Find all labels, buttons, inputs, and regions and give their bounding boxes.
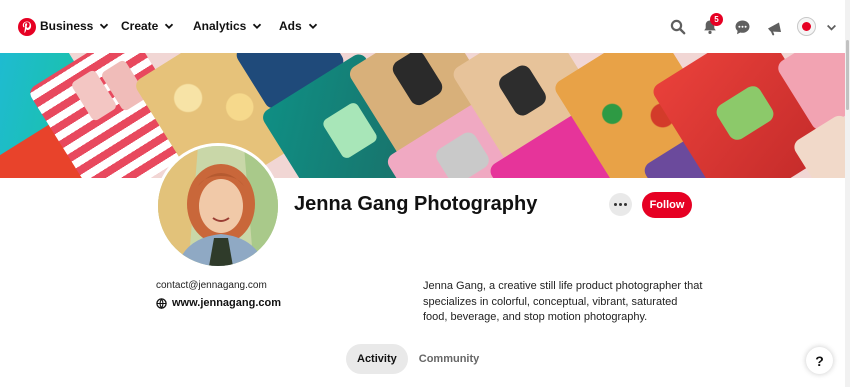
page-scrollbar[interactable] <box>845 0 850 387</box>
account-avatar-image <box>802 22 811 31</box>
profile-page: Business Create Analytics Ads 5 Jenna Ga… <box>0 0 850 387</box>
nav-analytics[interactable]: Analytics <box>193 19 262 33</box>
follow-button[interactable]: Follow <box>642 192 692 218</box>
scrollbar-thumb[interactable] <box>846 40 849 110</box>
search-icon[interactable] <box>668 17 688 37</box>
top-navigation: Business Create Analytics Ads 5 <box>0 0 850 53</box>
cover-image <box>0 53 850 178</box>
profile-name: Jenna Gang Photography <box>294 193 538 215</box>
profile-tabs: Activity Community <box>346 344 490 374</box>
contact-email[interactable]: contact@jennagang.com <box>156 280 267 291</box>
chevron-down-icon <box>253 23 262 29</box>
nav-business-label: Business <box>40 19 94 33</box>
website-label: www.jennagang.com <box>172 297 281 309</box>
notification-count-badge: 5 <box>710 13 723 26</box>
profile-photo <box>158 146 278 266</box>
globe-icon <box>156 297 167 309</box>
account-chevron-down-icon[interactable] <box>821 17 841 37</box>
chevron-down-icon <box>165 23 174 29</box>
tab-community[interactable]: Community <box>408 344 491 374</box>
account-avatar[interactable] <box>797 17 816 36</box>
pinterest-logo-icon[interactable] <box>18 18 36 36</box>
more-dot-icon <box>619 203 622 206</box>
more-options-button[interactable] <box>609 193 632 216</box>
help-button[interactable]: ? <box>806 347 833 374</box>
more-dot-icon <box>624 203 627 206</box>
chevron-down-icon <box>100 23 109 29</box>
profile-bio: Jenna Gang, a creative still life produc… <box>423 280 703 323</box>
tab-activity[interactable]: Activity <box>346 344 408 374</box>
nav-ads[interactable]: Ads <box>279 19 318 33</box>
nav-business[interactable]: Business <box>40 19 109 33</box>
nav-create[interactable]: Create <box>121 19 174 33</box>
nav-analytics-label: Analytics <box>193 19 247 33</box>
profile-avatar <box>155 143 281 269</box>
messages-icon[interactable] <box>732 17 752 37</box>
chevron-down-icon <box>308 23 317 29</box>
more-dot-icon <box>614 203 617 206</box>
megaphone-icon[interactable] <box>764 17 784 37</box>
nav-create-label: Create <box>121 19 159 33</box>
nav-ads-label: Ads <box>279 19 302 33</box>
website-link[interactable]: www.jennagang.com <box>156 297 281 309</box>
